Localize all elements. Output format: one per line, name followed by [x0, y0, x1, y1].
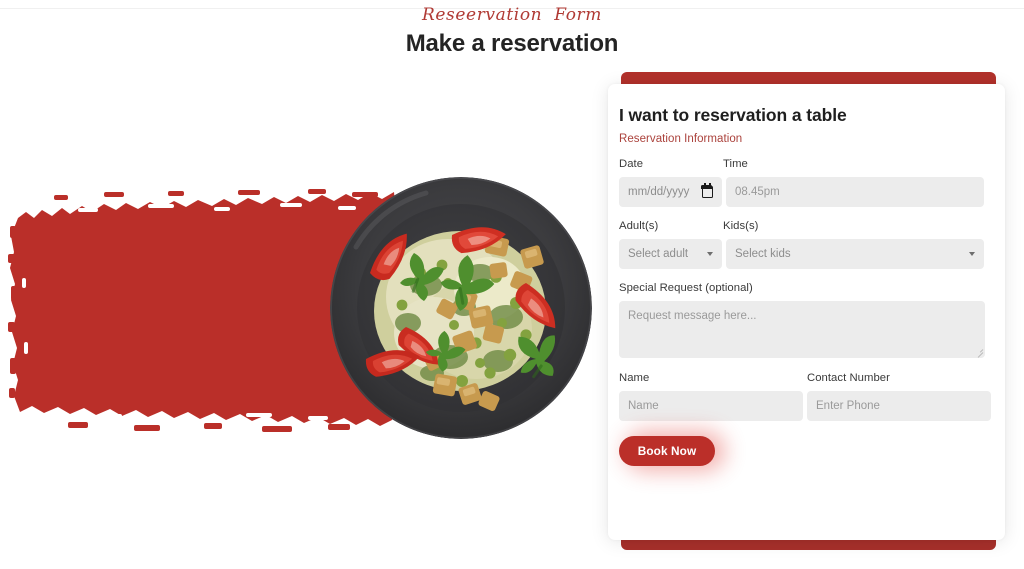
date-input[interactable]: mm/dd/yyyy: [619, 177, 722, 207]
guests-select-row: Select adult Select kids: [619, 239, 991, 269]
time-label: Time: [723, 158, 748, 170]
book-now-wrap: Book Now: [619, 431, 725, 471]
form-title: I want to reservation a table: [619, 105, 847, 125]
page-title: Make a reservation: [405, 30, 619, 57]
name-input[interactable]: [619, 391, 803, 421]
chevron-down-icon[interactable]: [969, 252, 975, 256]
date-time-label-row: Date Time: [619, 158, 991, 170]
contact-label-row: Name Contact Number: [619, 372, 991, 384]
time-input[interactable]: [726, 177, 984, 207]
special-request-wrap: [619, 301, 985, 358]
calendar-icon[interactable]: [701, 182, 713, 198]
kids-select[interactable]: Select kids: [726, 239, 984, 269]
adults-select[interactable]: Select adult: [619, 239, 722, 269]
date-label: Date: [619, 158, 644, 170]
adults-select-value: Select adult: [628, 248, 689, 260]
form-subtitle: Reservation Information: [619, 133, 743, 145]
date-input-value: mm/dd/yyyy: [628, 186, 690, 198]
adults-label: Adult(s): [619, 220, 659, 232]
reservation-form-card: I want to reservation a table Reservatio…: [608, 84, 1005, 540]
contact-input-row: [619, 391, 991, 421]
reservation-page: Reseervation Form Make a reservation I w…: [0, 0, 1024, 569]
chevron-down-icon[interactable]: [707, 252, 713, 256]
dish-photo: [330, 177, 592, 439]
contact-number-label: Contact Number: [807, 372, 890, 384]
book-now-button[interactable]: Book Now: [619, 436, 715, 466]
kids-select-value: Select kids: [735, 248, 791, 260]
special-request-textarea[interactable]: [619, 301, 985, 358]
reservation-card-zone: I want to reservation a table Reservatio…: [608, 72, 1008, 550]
phone-input[interactable]: [807, 391, 991, 421]
date-time-input-row: mm/dd/yyyy: [619, 177, 991, 207]
guests-label-row: Adult(s) Kids(s): [619, 220, 991, 232]
script-heading: Reseervation Form: [422, 5, 602, 25]
hero-section: [0, 160, 600, 460]
name-label: Name: [619, 372, 650, 384]
kids-label: Kids(s): [723, 220, 759, 232]
special-request-label: Special Request (optional): [619, 282, 753, 294]
